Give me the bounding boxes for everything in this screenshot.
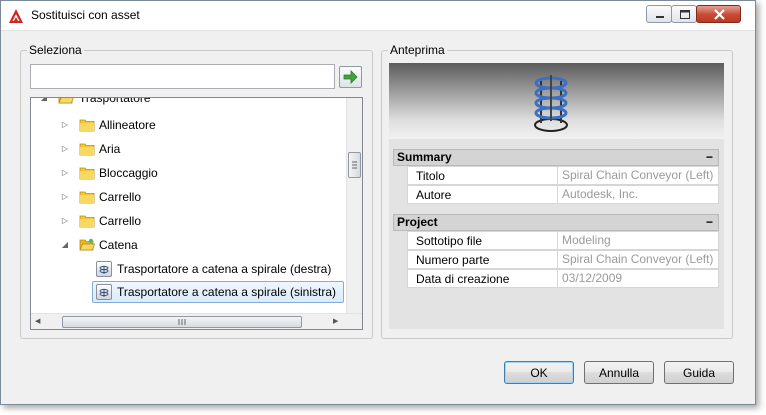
asset-tree[interactable]: ◢ Trasportatore ▷ Allineatore ▷ Aria ▷ B… <box>30 97 363 330</box>
title-bar[interactable]: Sostituisci con asset <box>1 1 755 31</box>
maximize-icon <box>680 10 690 19</box>
tree-item-label: Aria <box>99 142 121 156</box>
asset-icon <box>96 284 112 300</box>
asset-icon <box>96 261 112 277</box>
collapse-icon[interactable]: − <box>706 150 713 165</box>
cancel-button[interactable]: Annulla <box>584 361 654 384</box>
spiral-conveyor-thumbnail <box>534 75 568 132</box>
tree-item-bloccaggio[interactable]: ▷ Bloccaggio <box>31 162 345 184</box>
tree-item-carrello[interactable]: ▷ Carrello <box>31 210 345 232</box>
collapse-arrow-icon[interactable]: ◢ <box>60 234 70 256</box>
search-input[interactable] <box>30 64 335 89</box>
section-project-header[interactable]: Project − <box>393 214 719 231</box>
close-icon <box>714 9 725 20</box>
go-button[interactable] <box>339 66 362 88</box>
property-row-titolo: Titolo Spiral Chain Conveyor (Left) <box>407 166 719 185</box>
tree-horizontal-scrollbar[interactable]: ◀ ▶ <box>31 313 362 329</box>
tree-item-allineatore[interactable]: ▷ Allineatore <box>31 114 345 136</box>
property-row-data-creazione: Data di creazione 03/12/2009 <box>407 269 719 288</box>
tree-item-aria[interactable]: ▷ Aria <box>31 138 345 160</box>
collapse-icon[interactable]: − <box>706 215 713 230</box>
property-value: Spiral Chain Conveyor (Left) <box>557 251 718 268</box>
property-row-sottotipo-file: Sottotipo file Modeling <box>407 231 719 250</box>
folder-open-icon <box>79 238 95 251</box>
section-title: Project <box>397 215 438 229</box>
folder-icon <box>79 167 95 180</box>
property-row-numero-parte: Numero parte Spiral Chain Conveyor (Left… <box>407 250 719 269</box>
property-value: Spiral Chain Conveyor (Left) <box>557 167 718 184</box>
preview-group-label: Anteprima <box>388 43 447 57</box>
tree-item-asset-sinistra[interactable]: Trasportatore a catena a spirale (sinist… <box>92 281 344 303</box>
tree-item-label: Carrello <box>99 190 142 204</box>
property-value: 03/12/2009 <box>557 270 718 287</box>
expand-arrow-icon[interactable]: ▷ <box>60 210 70 232</box>
property-row-autore: Autore Autodesk, Inc. <box>407 185 719 204</box>
property-value: Autodesk, Inc. <box>557 186 718 203</box>
dialog-window: Sostituisci con asset Seleziona ◢ Traspo… <box>0 0 756 405</box>
expand-arrow-icon[interactable]: ▷ <box>60 114 70 136</box>
property-name: Numero parte <box>416 253 490 267</box>
folder-icon <box>79 191 95 204</box>
arrow-right-icon <box>343 70 358 84</box>
property-value: Modeling <box>557 232 718 249</box>
tree-item-trasportatore[interactable]: ◢ Trasportatore <box>31 97 345 109</box>
tree-item-label: Bloccaggio <box>99 166 158 180</box>
expand-arrow-icon[interactable]: ▷ <box>60 186 70 208</box>
minimize-button[interactable] <box>646 5 672 23</box>
autocad-logo-icon <box>9 9 23 23</box>
scroll-right-icon[interactable]: ▶ <box>333 317 338 325</box>
tree-item-label: Trasportatore <box>79 97 151 105</box>
expand-arrow-icon[interactable]: ▷ <box>60 162 70 184</box>
tree-item-carrello[interactable]: ▷ Carrello <box>31 186 345 208</box>
section-title: Summary <box>397 150 452 164</box>
property-name: Titolo <box>416 169 445 183</box>
property-name: Sottotipo file <box>416 234 483 248</box>
property-name: Data di creazione <box>416 272 510 286</box>
folder-icon <box>79 143 95 156</box>
vertical-scroll-thumb[interactable] <box>348 152 361 178</box>
tree-item-label: Trasportatore a catena a spirale (destra… <box>117 262 332 276</box>
tree-vertical-scrollbar[interactable] <box>346 98 362 313</box>
properties-panel: Summary − Titolo Spiral Chain Conveyor (… <box>389 139 724 329</box>
tree-item-label: Trasportatore a catena a spirale (sinist… <box>117 285 336 299</box>
horizontal-scroll-thumb[interactable] <box>62 316 302 328</box>
tree-item-label: Carrello <box>99 214 142 228</box>
maximize-button[interactable] <box>671 5 697 23</box>
help-button[interactable]: Guida <box>664 361 734 384</box>
expand-arrow-icon[interactable]: ▷ <box>60 138 70 160</box>
tree-item-label: Allineatore <box>99 118 156 132</box>
preview-image <box>389 63 724 139</box>
folder-icon <box>79 119 95 132</box>
property-name: Autore <box>416 188 452 202</box>
ok-button[interactable]: OK <box>504 361 574 384</box>
tree-item-catena[interactable]: ◢ Catena <box>31 234 345 256</box>
folder-open-icon <box>58 98 74 104</box>
close-button[interactable] <box>696 5 741 23</box>
scroll-left-icon[interactable]: ◀ <box>35 317 40 325</box>
folder-icon <box>79 215 95 228</box>
tree-item-label: Catena <box>99 238 138 252</box>
minimize-icon <box>656 16 664 18</box>
window-title: Sostituisci con asset <box>31 8 140 22</box>
select-group-label: Seleziona <box>27 43 84 57</box>
collapse-arrow-icon[interactable]: ◢ <box>39 98 49 109</box>
tree-item-asset-destra[interactable]: Trasportatore a catena a spirale (destra… <box>92 258 344 280</box>
section-summary-header[interactable]: Summary − <box>393 149 719 166</box>
